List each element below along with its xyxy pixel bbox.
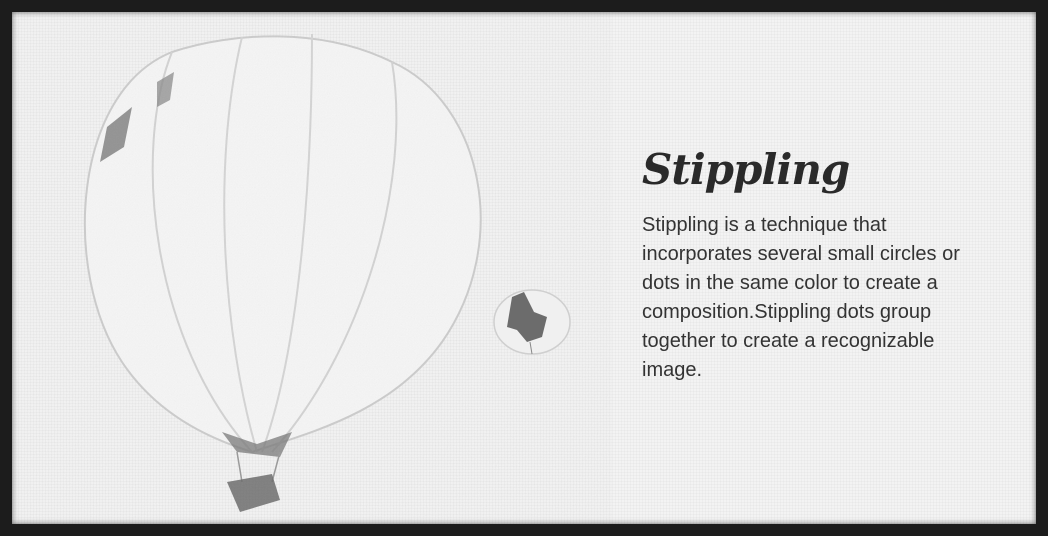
large-balloon: [12, 12, 612, 524]
slide-frame: Stippling Stippling is a technique that …: [0, 0, 1048, 536]
text-panel: Stippling Stippling is a technique that …: [642, 145, 992, 385]
slide-title: Stippling: [642, 145, 850, 194]
small-balloon: [493, 289, 571, 355]
hot-air-balloon-icon: [12, 12, 612, 524]
slide-body-text: Stippling is a technique that incorporat…: [642, 214, 960, 382]
slide-canvas: Stippling Stippling is a technique that …: [12, 12, 1036, 524]
